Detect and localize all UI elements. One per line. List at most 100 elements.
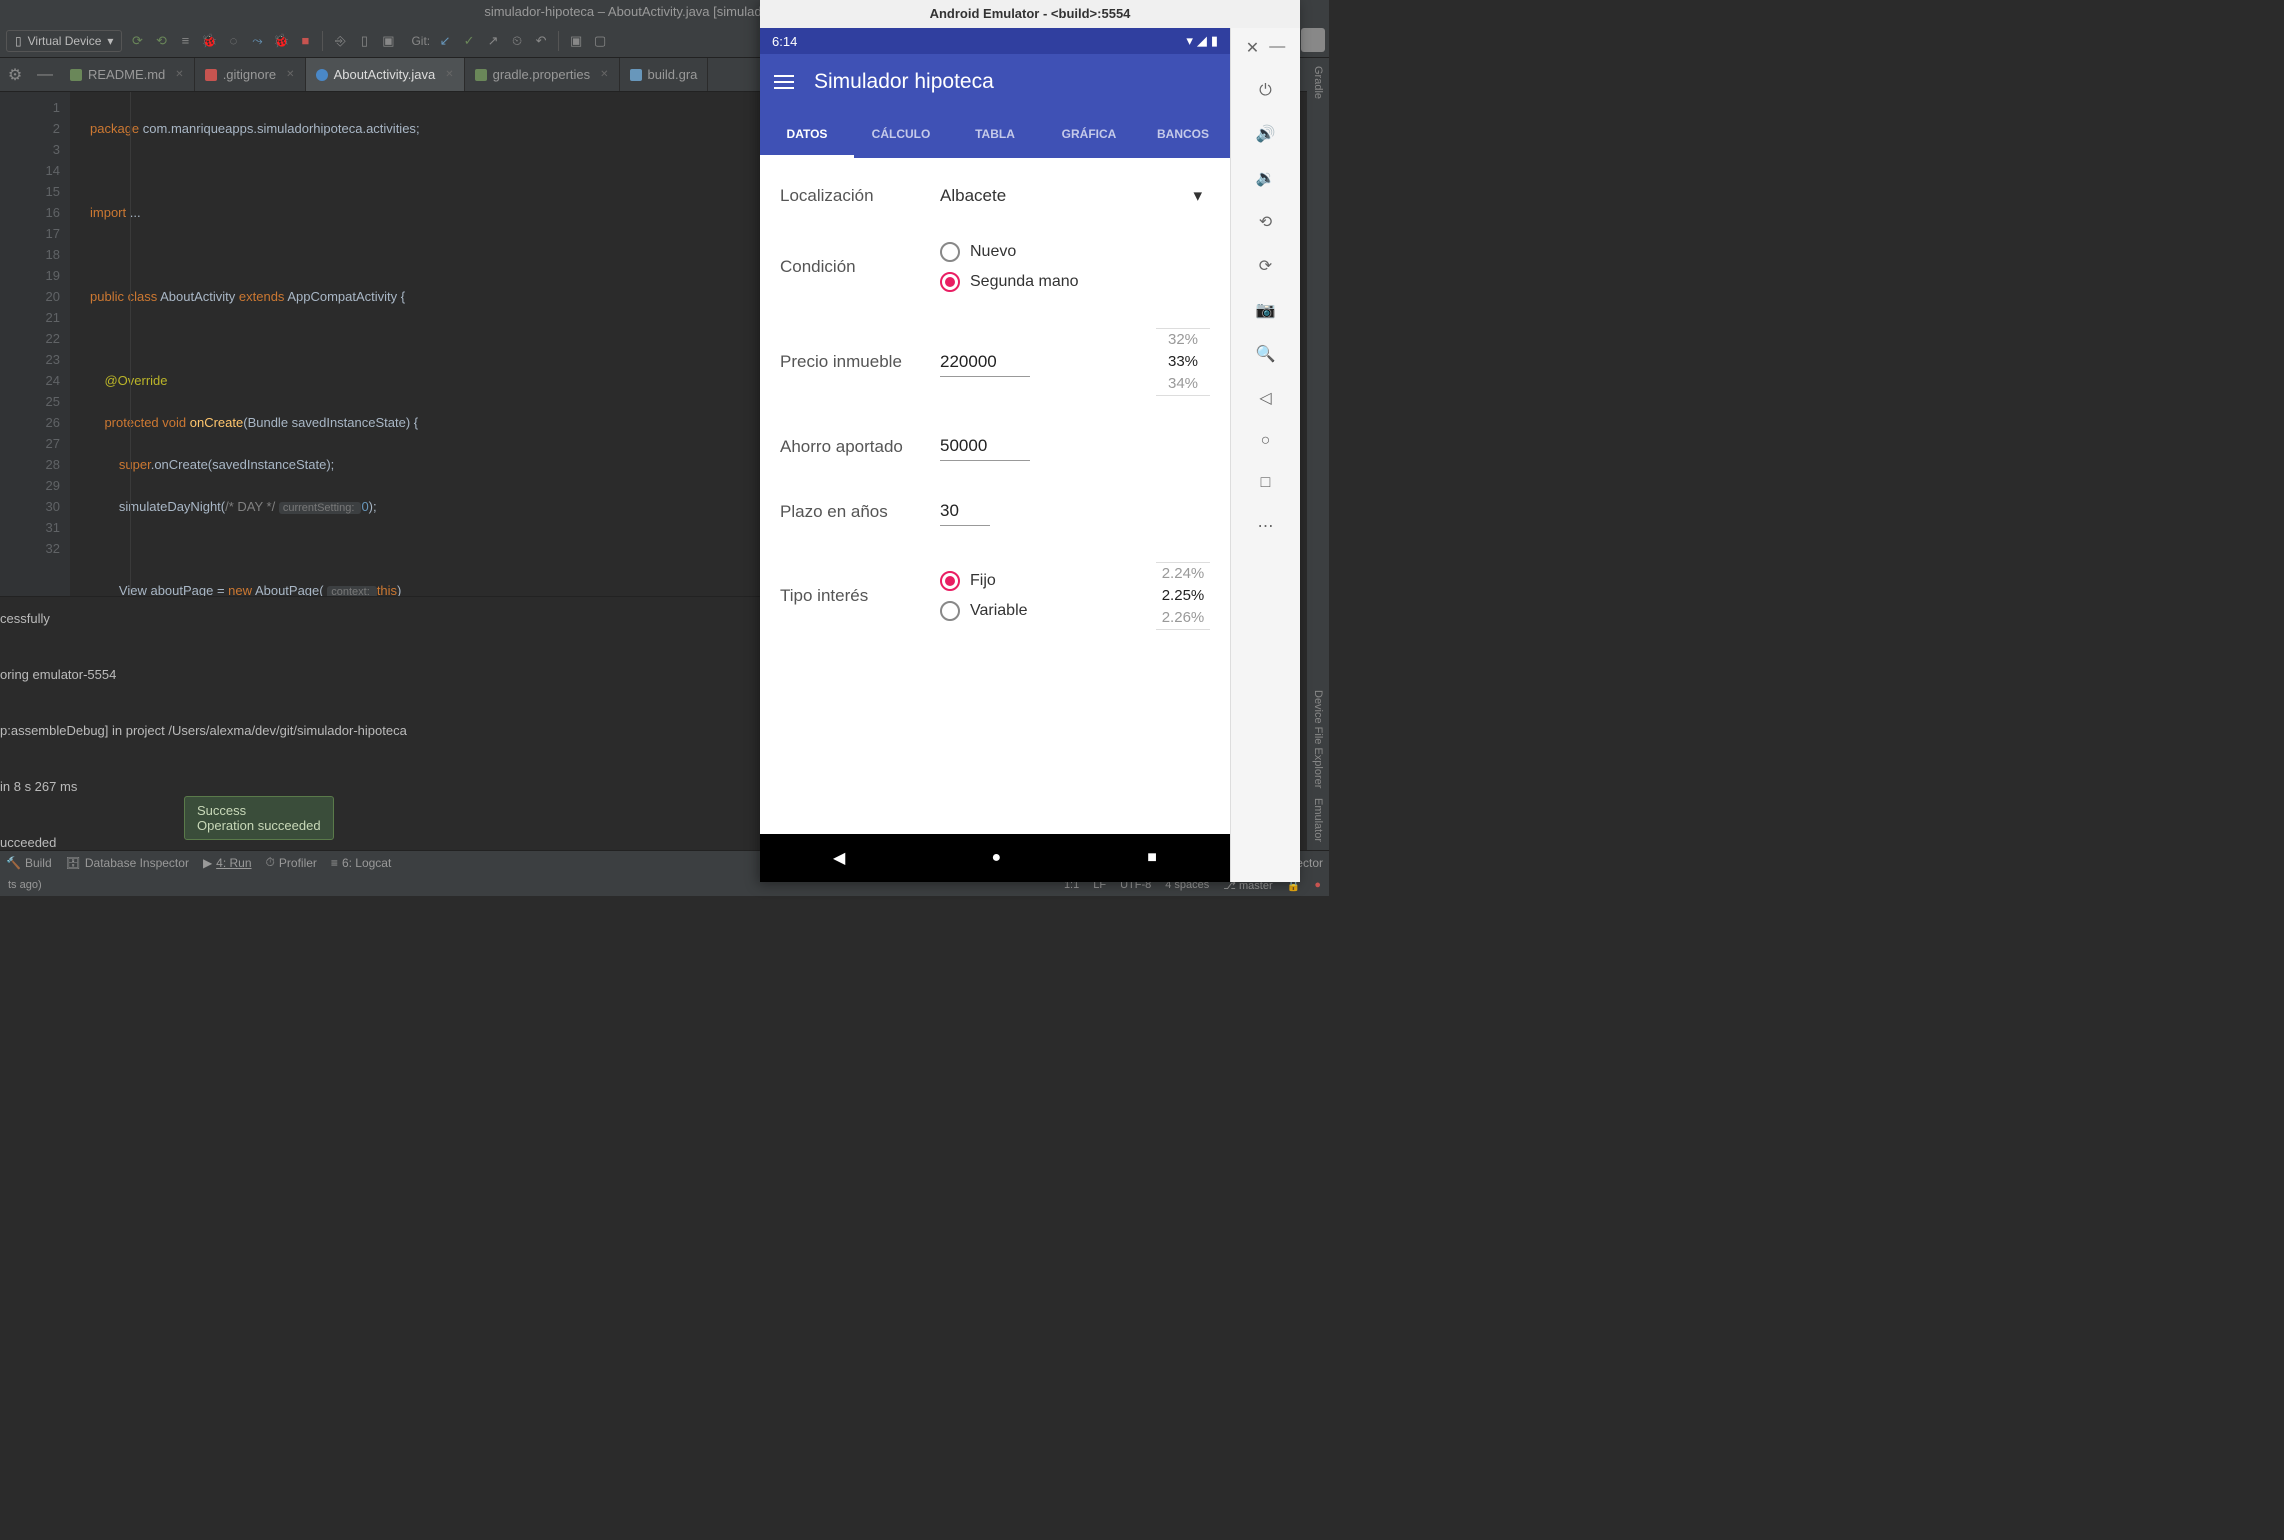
push-icon[interactable]: ↗ (484, 32, 502, 50)
capture-icon[interactable]: ▣ (567, 32, 585, 50)
run-icon[interactable]: ⤳ (248, 32, 266, 50)
commit-icon[interactable]: ✓ (460, 32, 478, 50)
percent-picker[interactable]: 32% 33% 34% (1156, 328, 1210, 396)
ahorro-input[interactable] (940, 432, 1030, 461)
rotate-right-icon[interactable]: ⟳ (1259, 256, 1272, 276)
radio-segunda-mano[interactable]: Segunda mano (940, 272, 1210, 292)
profiler-tool[interactable]: ⏱ Profiler (266, 855, 317, 870)
notification-icon[interactable]: ● (1314, 879, 1321, 891)
tab-datos[interactable]: DATOS (760, 110, 854, 158)
success-tooltip: Success Operation succeeded (184, 796, 334, 840)
gear-icon[interactable]: ⚙ (0, 65, 30, 85)
home-button[interactable]: ● (991, 849, 1001, 867)
emulator-icon[interactable]: ▢ (591, 32, 609, 50)
precio-label: Precio inmueble (780, 352, 940, 372)
tooltip-message: Operation succeeded (197, 818, 321, 833)
gradle-icon (475, 69, 487, 81)
tab-calculo[interactable]: CÁLCULO (854, 110, 948, 158)
db-inspector-tool[interactable]: 🗄 Database Inspector (66, 856, 189, 870)
volume-up-icon[interactable]: 🔊 (1256, 124, 1276, 144)
code-area[interactable]: package com.manriqueapps.simuladorhipote… (70, 92, 760, 596)
avatar[interactable] (1301, 28, 1325, 52)
build-icon (630, 69, 642, 81)
radio-icon (940, 601, 960, 621)
debug-run-icon[interactable]: 🐞 (272, 32, 290, 50)
history-icon[interactable]: ⏲ (508, 32, 526, 50)
collapse-icon[interactable]: — (30, 66, 60, 84)
radio-nuevo[interactable]: Nuevo (940, 242, 1210, 262)
tab-aboutactivity[interactable]: AboutActivity.java✕ (306, 58, 465, 91)
device-icon[interactable]: ▯ (355, 32, 373, 50)
radio-label: Segunda mano (970, 273, 1079, 291)
precio-input[interactable] (940, 348, 1030, 377)
phone-screen: 6:14 ▾ ◢ ▮ Simulador hipoteca DATOS CÁLC… (760, 28, 1230, 882)
app-bar: Simulador hipoteca (760, 54, 1230, 110)
overview-icon[interactable]: □ (1261, 474, 1271, 492)
tab-grafica[interactable]: GRÁFICA (1042, 110, 1136, 158)
power-icon[interactable]: ⏻ (1259, 82, 1272, 100)
radio-label: Nuevo (970, 243, 1016, 261)
radio-fijo[interactable]: Fijo (940, 571, 1028, 591)
picker-option: 2.24% (1156, 563, 1210, 585)
back-button[interactable]: ◀ (833, 848, 845, 868)
device-selector[interactable]: ▯ Virtual Device ▾ (6, 30, 122, 52)
build-tool[interactable]: 🔨 Build (6, 856, 52, 870)
hamburger-icon[interactable] (774, 75, 794, 89)
close-icon[interactable]: ✕ (445, 69, 453, 80)
picker-option: 34% (1156, 373, 1210, 395)
build-console[interactable]: cessfullyoring emulator-5554p:assembleDe… (0, 596, 760, 850)
stop-square-icon[interactable]: ■ (296, 32, 314, 50)
signal-icon: ◢ (1197, 33, 1207, 49)
device-file-explorer-tool[interactable]: Device File Explorer (1312, 690, 1324, 788)
bug-icon[interactable]: 🐞 (200, 32, 218, 50)
back-icon[interactable]: ◁ (1259, 388, 1271, 408)
markdown-icon (70, 69, 82, 81)
tab-tabla[interactable]: TABLA (948, 110, 1042, 158)
run-tool[interactable]: ▶4: Run (203, 856, 252, 870)
refresh-icon[interactable]: ⟲ (152, 32, 170, 50)
code-editor[interactable]: 1231415161718192021222324252627282930313… (0, 92, 760, 596)
recents-button[interactable]: ■ (1147, 849, 1157, 867)
volume-down-icon[interactable]: 🔉 (1256, 168, 1276, 188)
minimize-icon[interactable]: — (1269, 38, 1285, 58)
tab-gradle-properties[interactable]: gradle.properties✕ (465, 58, 620, 91)
zoom-icon[interactable]: 🔍 (1256, 344, 1276, 364)
attach-icon[interactable]: ⎆ (331, 32, 349, 50)
tab-readme[interactable]: README.md ✕ (60, 58, 195, 91)
radio-variable[interactable]: Variable (940, 601, 1028, 621)
clock: 6:14 (772, 34, 797, 49)
chevron-down-icon: ▾ (107, 34, 113, 48)
interes-label: Tipo interés (780, 586, 940, 606)
radio-label: Fijo (970, 572, 996, 590)
rate-picker[interactable]: 2.24% 2.25% 2.26% (1156, 562, 1210, 630)
close-icon[interactable]: ✕ (286, 69, 294, 80)
close-icon[interactable]: ✕ (175, 69, 183, 80)
close-icon[interactable]: ✕ (1246, 38, 1259, 58)
app-icon[interactable]: ▣ (379, 32, 397, 50)
rotate-left-icon[interactable]: ⟲ (1259, 212, 1272, 232)
logcat-tool[interactable]: ≡ 6: Logcat (331, 856, 391, 870)
git-icon (205, 69, 217, 81)
camera-icon[interactable]: 📷 (1256, 300, 1276, 320)
plazo-input[interactable] (940, 497, 990, 526)
condicion-label: Condición (780, 257, 940, 277)
tab-gitignore[interactable]: .gitignore✕ (195, 58, 306, 91)
sync-icon[interactable]: ⟳ (128, 32, 146, 50)
emulator-tool[interactable]: Emulator (1312, 798, 1324, 842)
picker-option: 32% (1156, 329, 1210, 351)
undo-icon[interactable]: ↶ (532, 32, 550, 50)
plazo-label: Plazo en años (780, 502, 940, 522)
radio-icon (940, 571, 960, 591)
tab-build-gradle[interactable]: build.gra (620, 58, 709, 91)
localizacion-dropdown[interactable]: Albacete ▾ (940, 186, 1210, 206)
more-icon[interactable]: ⋯ (1258, 516, 1274, 536)
stop-icon[interactable]: ◌ (224, 32, 242, 50)
tab-bancos[interactable]: BANCOS (1136, 110, 1230, 158)
close-icon[interactable]: ✕ (600, 69, 608, 80)
gradle-tool[interactable]: Gradle (1312, 66, 1324, 99)
home-icon[interactable]: ○ (1261, 432, 1271, 450)
hammer-icon[interactable]: ≡ (176, 32, 194, 50)
tab-label: README.md (88, 67, 165, 82)
device-selector-label: Virtual Device (28, 34, 102, 48)
update-icon[interactable]: ↙ (436, 32, 454, 50)
